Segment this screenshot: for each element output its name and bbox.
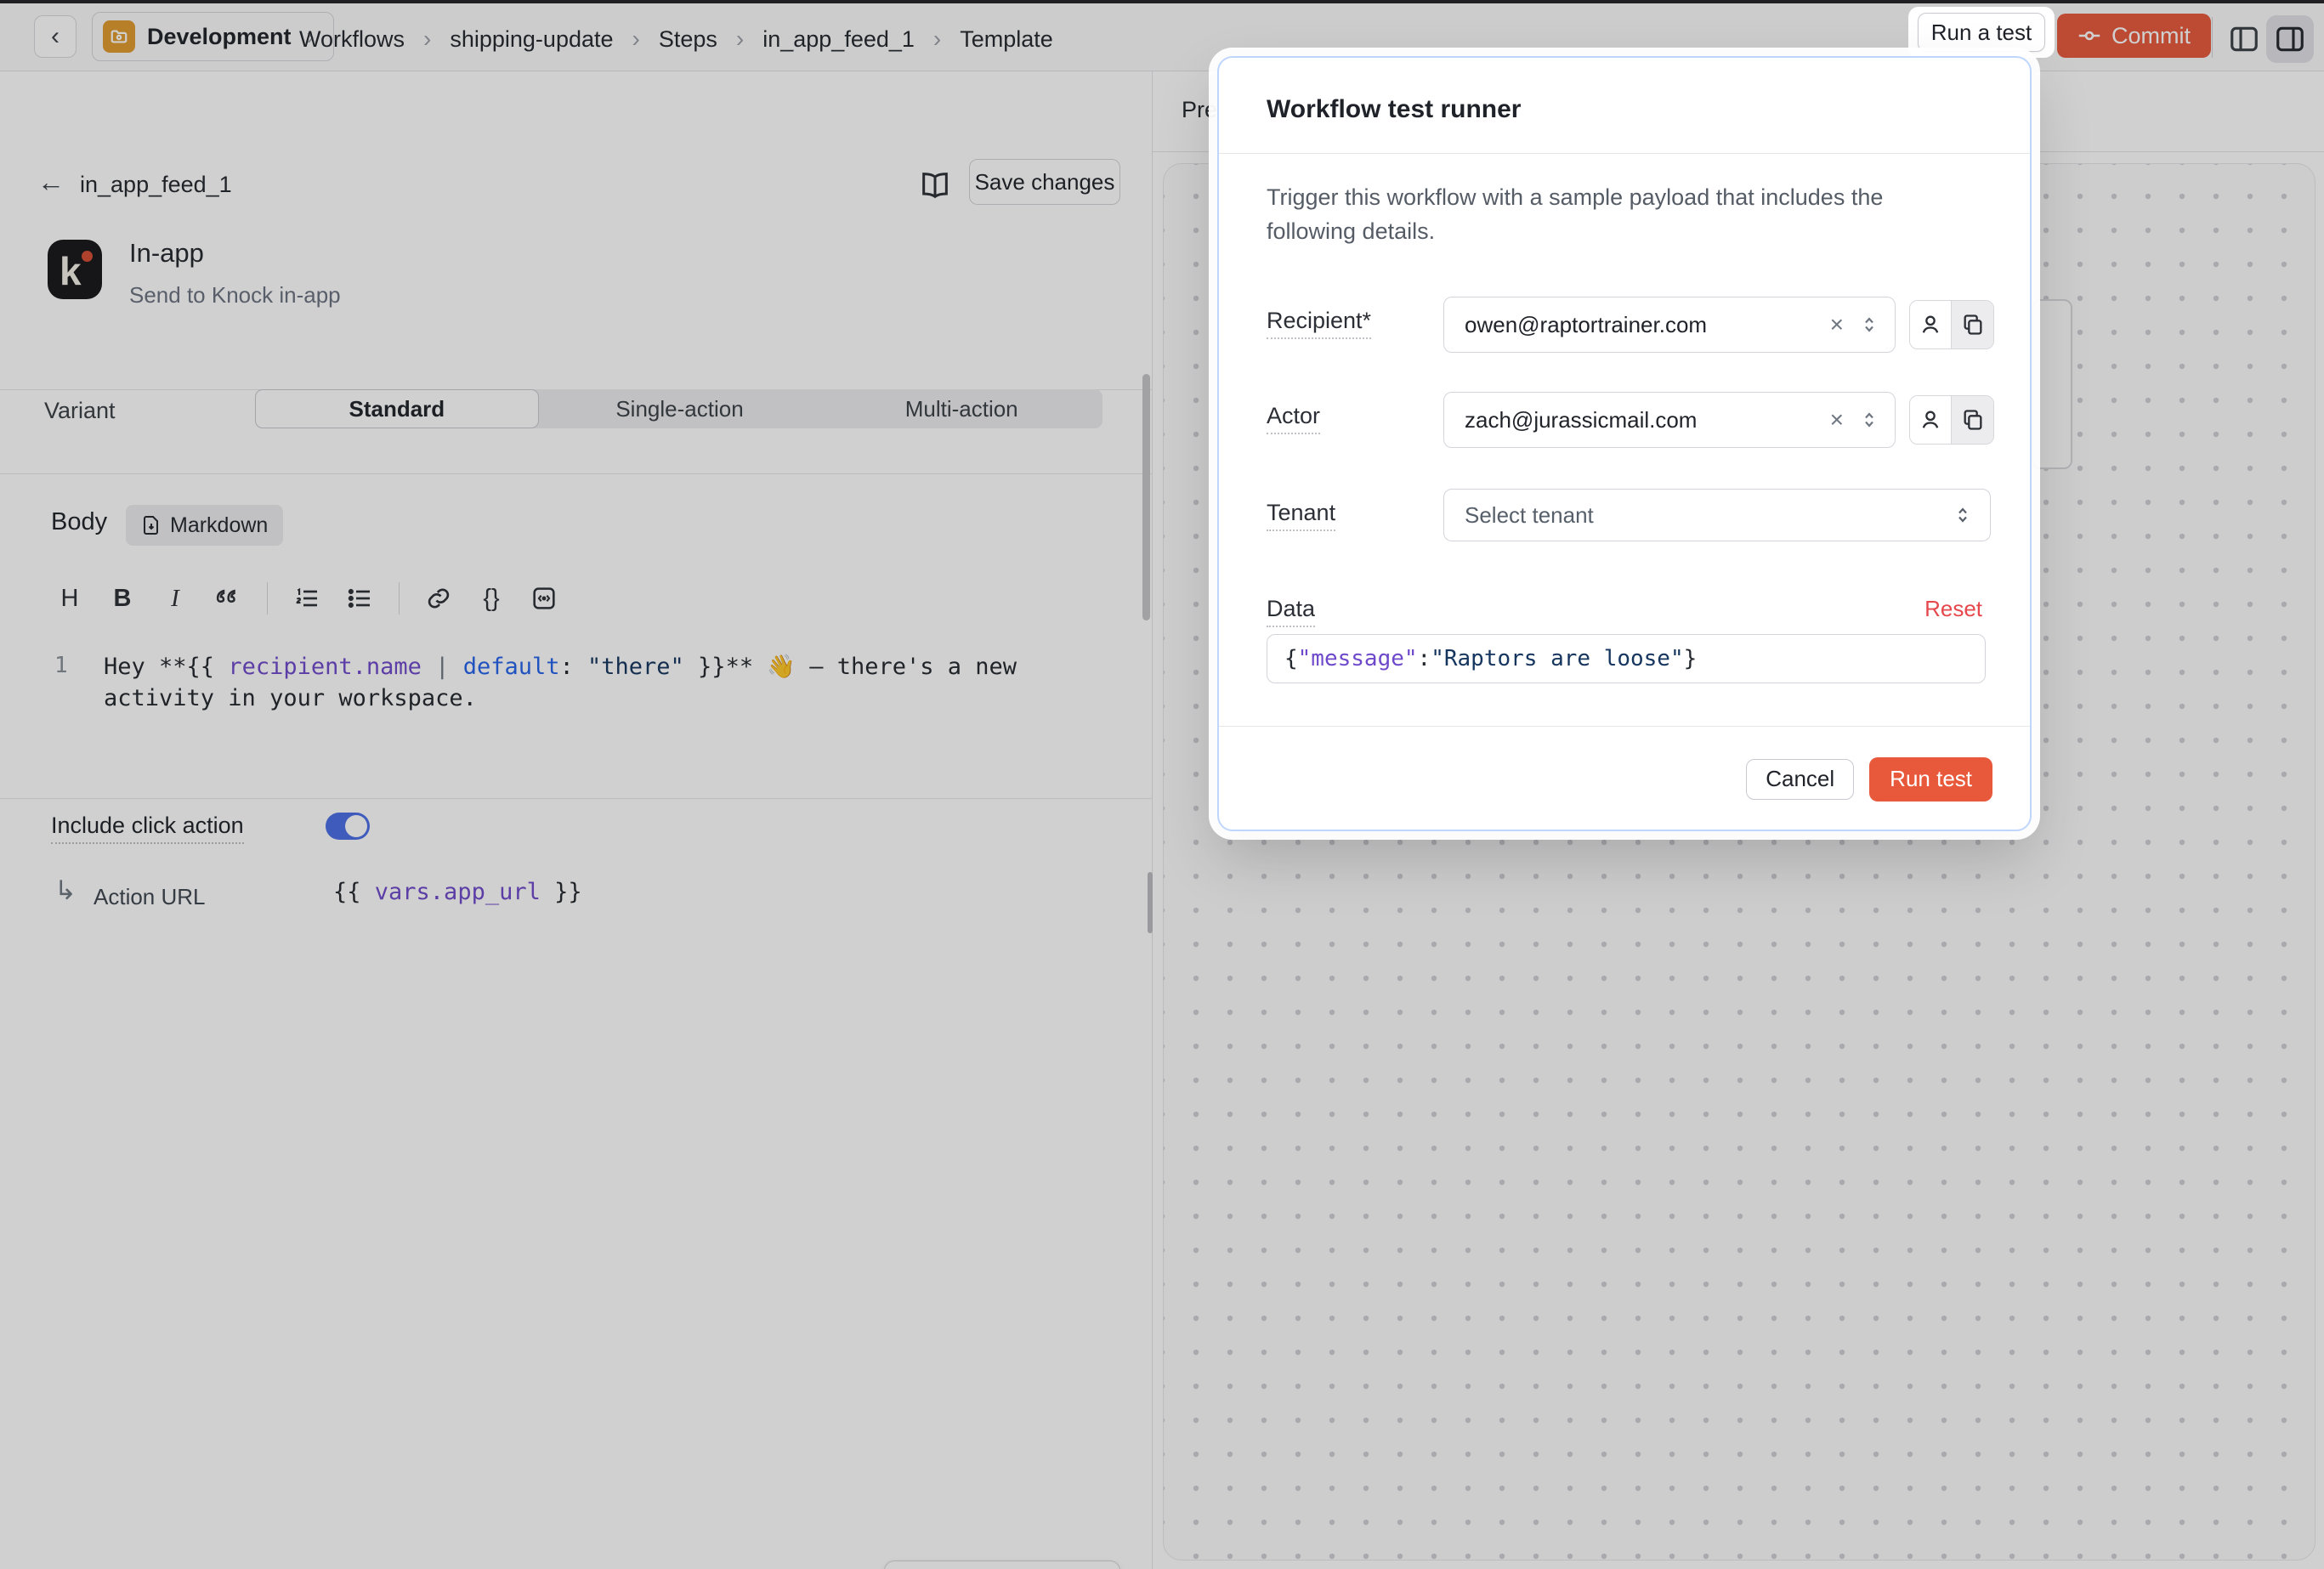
workflow-test-runner-modal: Workflow test runner Trigger this workfl… bbox=[1217, 56, 2032, 831]
run-test-label: Run test bbox=[1890, 766, 1972, 792]
json-token: "Raptors are loose" bbox=[1431, 646, 1683, 671]
data-json-input[interactable]: {"message": "Raptors are loose"} bbox=[1267, 634, 1986, 683]
view-user-button[interactable] bbox=[1910, 301, 1952, 348]
tenant-label: Tenant bbox=[1267, 500, 1335, 526]
run-test-button[interactable]: Run test bbox=[1869, 757, 1992, 801]
json-token: } bbox=[1684, 646, 1698, 671]
cancel-button[interactable]: Cancel bbox=[1746, 759, 1854, 800]
copy-actor-button[interactable] bbox=[1952, 396, 1993, 444]
json-token: "message" bbox=[1298, 646, 1418, 671]
actor-input[interactable] bbox=[1465, 407, 1822, 433]
cancel-label: Cancel bbox=[1766, 766, 1834, 792]
copy-recipient-button[interactable] bbox=[1952, 301, 1993, 348]
actor-label: Actor bbox=[1267, 403, 1320, 429]
chevron-up-down-icon bbox=[1953, 505, 1973, 525]
chevron-up-down-icon[interactable] bbox=[1852, 410, 1879, 430]
run-a-test-spotlight: Run a test bbox=[1908, 7, 2055, 58]
run-a-test-label: Run a test bbox=[1931, 20, 2032, 46]
view-user-button[interactable] bbox=[1910, 396, 1952, 444]
clear-icon[interactable]: × bbox=[1822, 406, 1852, 433]
recipient-combobox[interactable]: × bbox=[1443, 297, 1896, 353]
actor-combobox[interactable]: × bbox=[1443, 392, 1896, 448]
modal-divider bbox=[1219, 153, 2030, 154]
modal-footer: Cancel Run test bbox=[1219, 727, 2030, 831]
tenant-placeholder: Select tenant bbox=[1465, 502, 1594, 529]
reset-data-link[interactable]: Reset bbox=[1924, 596, 1982, 622]
modal-title: Workflow test runner bbox=[1267, 95, 1521, 124]
json-token: : bbox=[1418, 646, 1431, 671]
recipient-input[interactable] bbox=[1465, 312, 1822, 338]
recipient-label: Recipient* bbox=[1267, 308, 1371, 334]
json-token: { bbox=[1284, 646, 1298, 671]
modal-description: Trigger this workflow with a sample payl… bbox=[1267, 180, 1947, 248]
data-label: Data bbox=[1267, 596, 1315, 622]
run-a-test-button[interactable]: Run a test bbox=[1918, 13, 2045, 52]
chevron-up-down-icon[interactable] bbox=[1852, 314, 1879, 335]
recipient-actions bbox=[1909, 300, 1994, 349]
tenant-select[interactable]: Select tenant bbox=[1443, 489, 1991, 541]
clear-icon[interactable]: × bbox=[1822, 311, 1852, 338]
actor-actions bbox=[1909, 395, 1994, 445]
